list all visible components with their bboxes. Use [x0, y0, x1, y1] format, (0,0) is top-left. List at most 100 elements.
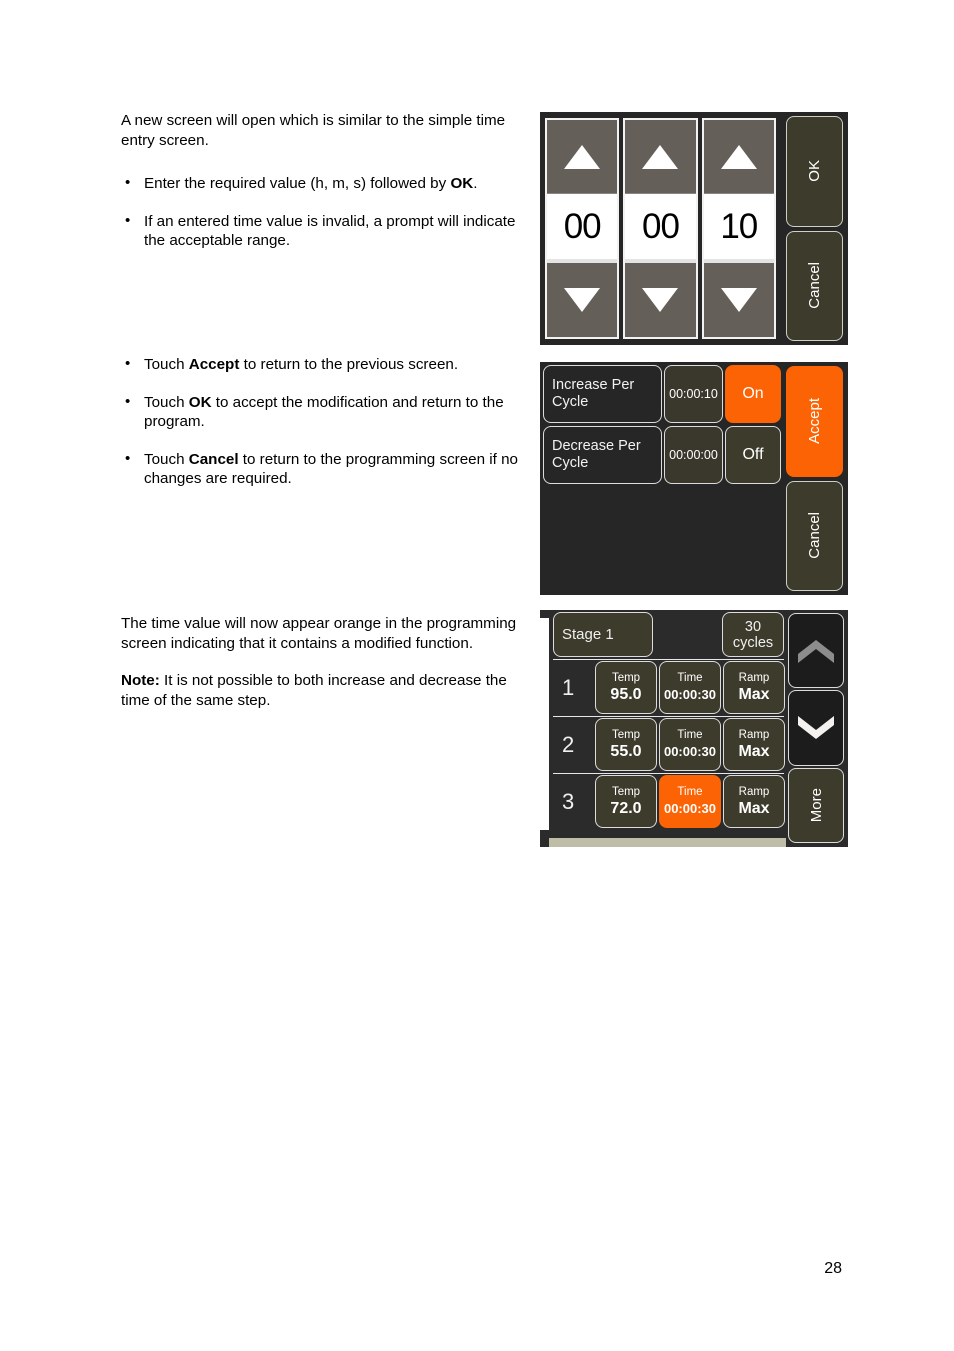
header-spacer	[656, 612, 719, 657]
time-caption: Time	[677, 728, 703, 741]
page-number: 28	[824, 1260, 842, 1277]
spinner-minutes-value[interactable]: 00	[625, 194, 696, 263]
program-header-row: Stage 1 30 cycles	[553, 612, 784, 657]
program-footer-bar	[549, 838, 786, 847]
step-3-temp-cell[interactable]: Temp 72.0	[595, 775, 657, 828]
program-left-strip	[540, 610, 549, 838]
increase-per-cycle-state-toggle[interactable]: On	[725, 365, 781, 423]
step-1-time-cell[interactable]: Time 00:00:30	[659, 661, 721, 714]
step-1-ramp-cell[interactable]: Ramp Max	[723, 661, 785, 714]
cancel-button[interactable]: Cancel	[786, 480, 843, 591]
temp-caption: Temp	[611, 785, 641, 798]
decrease-per-cycle-label[interactable]: Decrease Per Cycle	[543, 426, 662, 484]
temp-caption: Temp	[611, 671, 641, 684]
temp-value: 55.0	[610, 742, 642, 760]
spinner-hours-increment-button[interactable]	[547, 120, 618, 194]
scroll-up-button[interactable]	[788, 613, 844, 689]
ok-button[interactable]: OK	[786, 116, 843, 227]
per-cycle-row-list: Increase Per Cycle 00:00:10 On Decrease …	[540, 362, 783, 595]
screenshot-time-entry: 00 00 10 OK Cancel	[540, 112, 848, 345]
step-2-ramp-cell[interactable]: Ramp Max	[723, 718, 785, 771]
stage-button[interactable]: Stage 1	[553, 612, 653, 657]
bullet-text-bold: OK	[188, 393, 212, 411]
cancel-button[interactable]: Cancel	[786, 230, 843, 341]
temp-caption: Temp	[611, 728, 641, 741]
time-caption: Time	[677, 671, 703, 684]
table-row: Decrease Per Cycle 00:00:00 Off	[543, 426, 781, 484]
time-spinner-group: 00 00 10	[540, 112, 780, 345]
text-block-touch-actions: Touch Accept to return to the previous s…	[121, 354, 531, 489]
spinner-hours-decrement-button[interactable]	[547, 263, 618, 337]
cancel-button-label: Cancel	[806, 262, 823, 310]
text-block-note: The time value will now appear orange in…	[121, 614, 527, 710]
intro-paragraph: A new screen will open which is similar …	[121, 112, 506, 149]
orange-value-paragraph: The time value will now appear orange in…	[121, 615, 517, 652]
spinner-seconds-decrement-button[interactable]	[703, 263, 774, 337]
bullet-text-pre: Touch	[144, 450, 189, 468]
triangle-down-icon	[720, 288, 757, 312]
scroll-down-button[interactable]	[788, 690, 844, 766]
spinner-seconds-value[interactable]: 10	[703, 194, 774, 263]
step-number: 1	[562, 674, 575, 700]
bullet-text-pre: Enter the required value (h, m, s) follo…	[144, 175, 451, 192]
ramp-caption: Ramp	[738, 671, 770, 684]
accept-button-label: Accept	[806, 398, 823, 445]
program-step-table: Stage 1 30 cycles 1 Temp 95.0 Time 00:00…	[549, 610, 786, 838]
spinner-minutes-decrement-button[interactable]	[625, 263, 696, 337]
screenshot-programming: Stage 1 30 cycles 1 Temp 95.0 Time 00:00…	[540, 610, 848, 847]
note-label: Note:	[121, 672, 160, 689]
time-value: 00:00:30	[663, 743, 717, 759]
ramp-value: Max	[738, 799, 770, 817]
bullet-text-bold: Accept	[188, 356, 240, 373]
accept-button[interactable]: Accept	[786, 366, 843, 477]
program-corner-bottom-left	[540, 830, 549, 838]
ramp-value: Max	[738, 742, 770, 760]
spinner-seconds: 10	[701, 118, 776, 339]
chevron-up-icon	[798, 639, 834, 663]
increase-per-cycle-time-value[interactable]: 00:00:10	[664, 365, 723, 423]
spinner-seconds-increment-button[interactable]	[703, 120, 774, 194]
chevron-down-icon	[798, 715, 834, 739]
step-3-ramp-cell[interactable]: Ramp Max	[723, 775, 785, 828]
decrease-per-cycle-state-toggle[interactable]: Off	[725, 426, 781, 484]
time-value: 00:00:30	[663, 686, 717, 702]
time-entry-side-buttons: OK Cancel	[784, 112, 848, 345]
more-button[interactable]: More	[788, 767, 844, 843]
table-row: 2 Temp 55.0 Time 00:00:30 Ramp Max	[553, 716, 785, 771]
ramp-caption: Ramp	[738, 728, 770, 741]
cycles-button[interactable]: 30 cycles	[722, 612, 784, 657]
increase-per-cycle-label[interactable]: Increase Per Cycle	[543, 365, 662, 423]
note-text: It is not possible to both increase and …	[121, 672, 507, 709]
cycles-unit: cycles	[732, 634, 774, 651]
ok-button-label: OK	[806, 160, 823, 183]
triangle-up-icon	[642, 144, 679, 169]
bullet-text-bold: Cancel	[188, 450, 239, 468]
spinner-hours-value[interactable]: 00	[547, 194, 618, 263]
screenshot-per-cycle: Increase Per Cycle 00:00:10 On Decrease …	[540, 362, 848, 595]
bullet-text-pre: Touch	[144, 393, 189, 411]
bullet-text-pre: If an entered time value is invalid, a p…	[144, 212, 516, 250]
bullet-list-2: Touch Accept to return to the previous s…	[121, 354, 531, 489]
text-block-intro: A new screen will open which is similar …	[121, 111, 527, 251]
list-item: If an entered time value is invalid, a p…	[121, 211, 527, 251]
temp-value: 72.0	[610, 799, 642, 817]
decrease-per-cycle-time-value[interactable]: 00:00:00	[664, 426, 723, 484]
step-3-time-cell[interactable]: Time 00:00:30	[659, 775, 721, 828]
step-2-temp-cell[interactable]: Temp 55.0	[595, 718, 657, 771]
ramp-value: Max	[738, 685, 770, 703]
cancel-button-label: Cancel	[806, 512, 823, 560]
triangle-up-icon	[720, 144, 757, 169]
triangle-down-icon	[642, 288, 679, 312]
step-2-time-cell[interactable]: Time 00:00:30	[659, 718, 721, 771]
time-caption: Time	[677, 785, 703, 798]
step-number: 2	[562, 731, 575, 757]
spinner-minutes-increment-button[interactable]	[625, 120, 696, 194]
program-side-buttons: More	[786, 610, 848, 847]
program-corner-top-left	[540, 610, 549, 618]
ramp-caption: Ramp	[738, 785, 770, 798]
note-paragraph: Note: It is not possible to both increas…	[121, 671, 527, 710]
step-1-temp-cell[interactable]: Temp 95.0	[595, 661, 657, 714]
table-row: 3 Temp 72.0 Time 00:00:30 Ramp Max	[553, 773, 785, 828]
bullet-text-post: .	[473, 175, 478, 192]
spinner-minutes: 00	[623, 118, 698, 339]
